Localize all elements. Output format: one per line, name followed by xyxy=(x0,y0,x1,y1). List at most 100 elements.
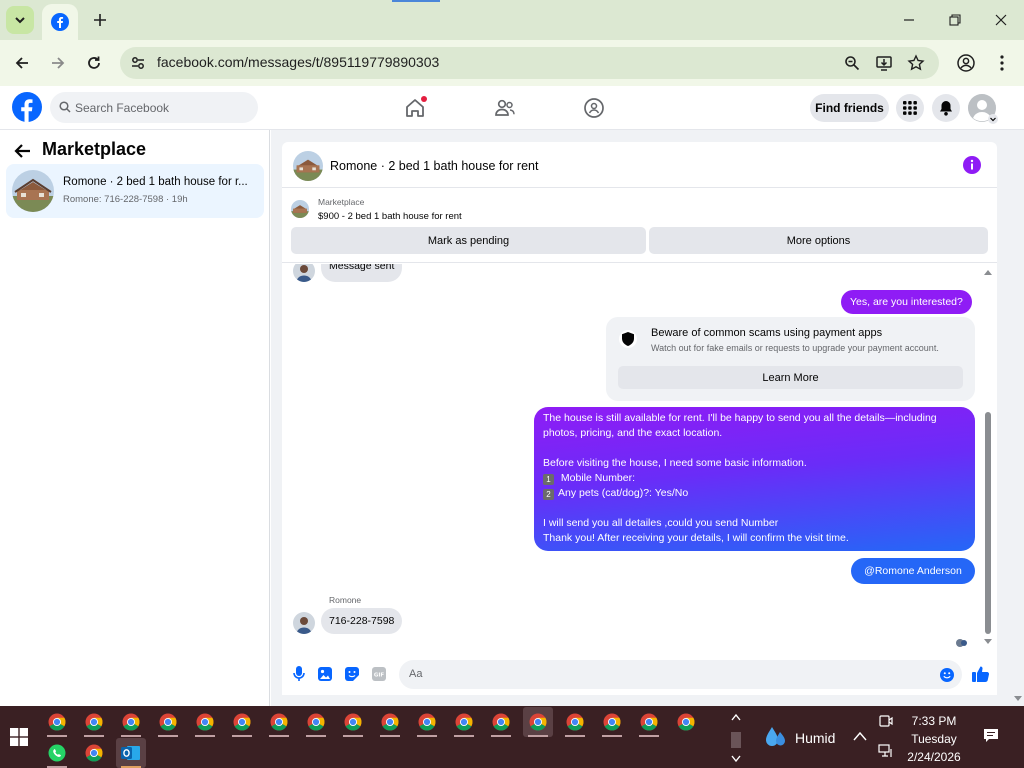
profile-button[interactable] xyxy=(952,49,980,77)
chevron-up-icon[interactable] xyxy=(853,731,867,741)
taskbar-chrome-window[interactable] xyxy=(412,707,442,737)
groups-nav[interactable] xyxy=(580,94,608,122)
scroll-down-icon[interactable] xyxy=(731,755,741,763)
learn-more-button[interactable]: Learn More xyxy=(618,366,963,389)
incoming-message-bubble[interactable]: Message sent xyxy=(321,264,403,282)
scroll-thumb[interactable] xyxy=(731,732,741,748)
bell-icon xyxy=(940,101,952,116)
taskbar-whatsapp[interactable] xyxy=(42,738,72,768)
listing-thumbnail[interactable] xyxy=(293,151,323,181)
taskbar-chrome-window[interactable] xyxy=(153,707,183,737)
tab-search-button[interactable] xyxy=(6,6,34,34)
running-indicator xyxy=(158,735,178,737)
notifications-button[interactable] xyxy=(932,94,960,122)
sender-name: Romone xyxy=(329,595,362,605)
notification-center-icon[interactable] xyxy=(983,728,999,744)
page-scroll-down-icon[interactable] xyxy=(1012,692,1024,704)
conversation-item[interactable]: Romone · 2 bed 1 bath house for r... Rom… xyxy=(6,164,264,218)
mark-as-pending-button[interactable]: Mark as pending xyxy=(291,227,646,254)
scroll-up-icon[interactable] xyxy=(731,713,741,721)
message-input[interactable]: Aa xyxy=(399,660,962,689)
taskbar-scroller[interactable] xyxy=(728,710,744,766)
chrome-icon xyxy=(344,713,362,731)
clock[interactable]: 7:33 PM Tuesday 2/24/2026 xyxy=(898,712,970,766)
scroll-up-icon[interactable] xyxy=(984,269,992,275)
taskbar-chrome-window[interactable] xyxy=(116,707,146,737)
sticker-button[interactable] xyxy=(343,665,361,683)
avatar[interactable] xyxy=(293,612,315,634)
url-text[interactable]: facebook.com/messages/t/895119779890303 xyxy=(157,54,439,70)
groups-icon xyxy=(584,98,604,118)
chat-title[interactable]: Romone · 2 bed 1 bath house for rent xyxy=(330,159,538,173)
camera-icon[interactable] xyxy=(879,714,893,728)
message-line: Thank you! After receiving your details,… xyxy=(543,532,849,544)
site-info-icon[interactable] xyxy=(130,55,146,71)
taskbar-chrome-window[interactable] xyxy=(79,707,109,737)
taskbar-chrome-window[interactable] xyxy=(190,707,220,737)
friends-nav[interactable] xyxy=(491,94,519,122)
back-arrow-icon[interactable] xyxy=(12,140,34,162)
install-app-icon[interactable] xyxy=(875,54,893,72)
listing-thumbnail[interactable] xyxy=(291,200,309,218)
back-button[interactable] xyxy=(8,49,36,77)
taskbar-chrome-window[interactable] xyxy=(449,707,479,737)
weather-widget[interactable]: Humid xyxy=(762,722,857,754)
menu-button[interactable] xyxy=(896,94,924,122)
browser-menu-button[interactable] xyxy=(988,49,1016,77)
water-drop-icon xyxy=(766,727,785,746)
listing-price-title[interactable]: $900 - 2 bed 1 bath house for rent xyxy=(318,211,462,222)
bookmark-star-icon[interactable] xyxy=(907,54,925,72)
taskbar-chrome-window[interactable] xyxy=(301,707,331,737)
mention-bubble[interactable]: @Romone Anderson xyxy=(851,558,975,584)
facebook-search[interactable]: Search Facebook xyxy=(50,92,258,123)
taskbar-chrome-window[interactable] xyxy=(42,707,72,737)
avatar[interactable] xyxy=(293,264,315,282)
message-scrollbar[interactable] xyxy=(982,267,994,647)
find-friends-button[interactable]: Find friends xyxy=(810,94,889,122)
clock-day: Tuesday xyxy=(911,732,957,746)
taskbar-chrome-window[interactable] xyxy=(560,707,590,737)
info-icon[interactable] xyxy=(963,156,981,174)
taskbar-chrome-window[interactable] xyxy=(671,707,701,737)
address-bar[interactable]: facebook.com/messages/t/895119779890303 xyxy=(120,47,939,79)
taskbar-chrome-window[interactable] xyxy=(264,707,294,737)
outgoing-message-bubble[interactable]: The house is still available for rent. I… xyxy=(534,407,975,551)
minimize-button[interactable] xyxy=(886,6,932,34)
forward-button[interactable] xyxy=(44,49,72,77)
voice-clip-button[interactable] xyxy=(290,665,308,683)
chrome-icon xyxy=(381,713,399,731)
scroll-thumb[interactable] xyxy=(985,412,991,634)
new-tab-button[interactable] xyxy=(88,8,112,32)
network-icon[interactable] xyxy=(878,744,894,758)
like-button[interactable] xyxy=(971,664,989,682)
start-button[interactable] xyxy=(4,722,34,752)
taskbar-chrome-window[interactable] xyxy=(486,707,516,737)
listing-thumbnail xyxy=(12,170,54,212)
outgoing-message-bubble[interactable]: Yes, are you interested? xyxy=(841,290,972,314)
zoom-icon[interactable] xyxy=(844,55,860,71)
running-indicator xyxy=(47,735,67,737)
emoji-icon[interactable] xyxy=(940,668,954,682)
taskbar-chrome-window[interactable] xyxy=(523,707,553,737)
attach-photo-button[interactable] xyxy=(316,665,334,683)
active-tab[interactable] xyxy=(42,4,78,40)
facebook-logo-icon[interactable] xyxy=(12,92,42,122)
taskbar-chrome-window[interactable] xyxy=(634,707,664,737)
close-window-button[interactable] xyxy=(978,6,1024,34)
home-nav[interactable] xyxy=(401,94,429,122)
running-indicator xyxy=(343,735,363,737)
taskbar-chrome-window[interactable] xyxy=(338,707,368,737)
taskbar-chrome-window[interactable] xyxy=(79,738,109,768)
scroll-down-icon[interactable] xyxy=(984,639,992,645)
taskbar-chrome-window[interactable] xyxy=(227,707,257,737)
gif-button[interactable]: GIF xyxy=(370,665,388,683)
reload-button[interactable] xyxy=(80,49,108,77)
taskbar-chrome-window[interactable] xyxy=(597,707,627,737)
account-button[interactable] xyxy=(968,94,998,124)
incoming-message-bubble[interactable]: 716-228-7598 xyxy=(321,608,403,634)
taskbar-chrome-window[interactable] xyxy=(375,707,405,737)
taskbar-outlook[interactable] xyxy=(116,738,146,768)
weather-text: Humid xyxy=(795,730,836,746)
restore-button[interactable] xyxy=(932,6,978,34)
more-options-button[interactable]: More options xyxy=(649,227,988,254)
